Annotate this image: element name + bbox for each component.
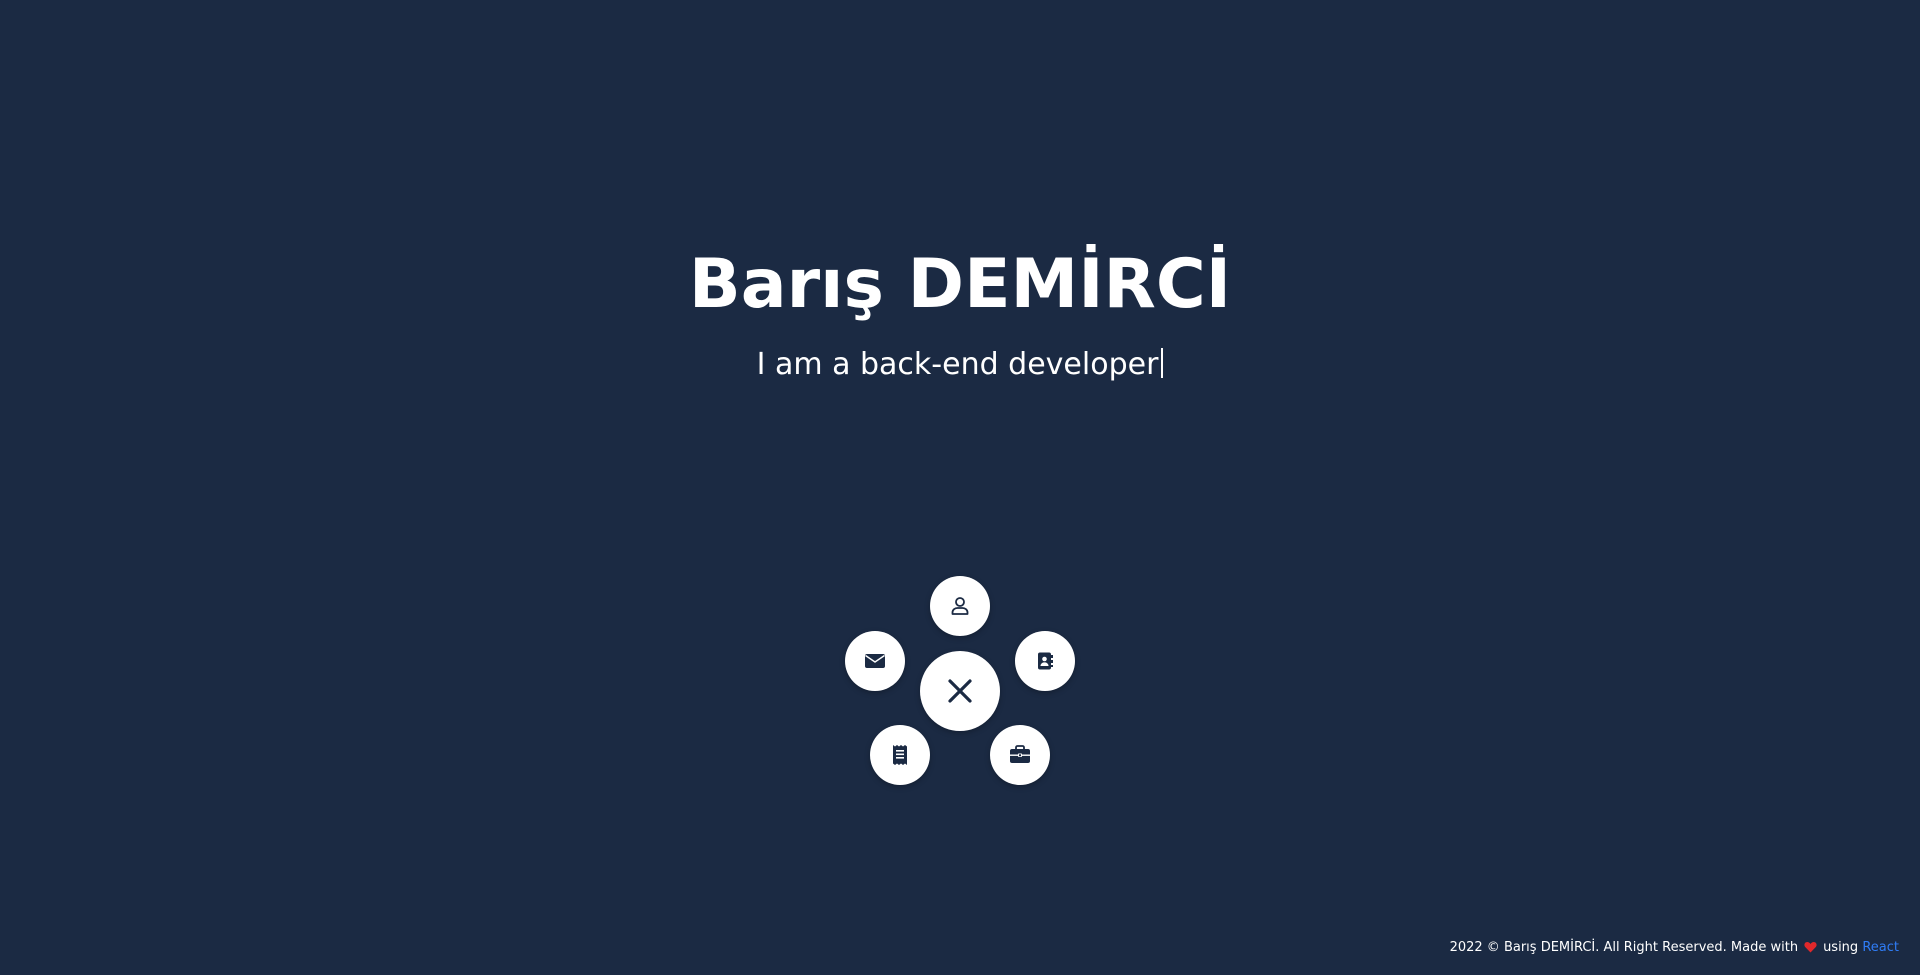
email-button[interactable]	[845, 631, 905, 691]
menu-toggle-button[interactable]	[920, 651, 1000, 731]
close-icon	[947, 678, 973, 704]
envelope-icon	[864, 652, 886, 670]
about-button[interactable]	[930, 576, 990, 636]
footer: 2022 © Barış DEMİRCİ. All Right Reserved…	[1450, 940, 1899, 957]
hero-subtitle-text: I am a back-end developer	[756, 347, 1159, 382]
resume-button[interactable]	[870, 725, 930, 785]
briefcase-icon	[1009, 745, 1031, 765]
typing-cursor	[1161, 348, 1164, 378]
footer-copyright: 2022 © Barış DEMİRCİ. All Right Reserved…	[1449, 940, 1799, 955]
user-icon	[950, 596, 970, 616]
address-book-icon	[1035, 651, 1055, 671]
hero-subtitle: I am a back-end developer	[0, 345, 1920, 385]
hero-name: Barış DEMİRCİ	[688, 245, 1232, 324]
receipt-icon	[891, 744, 909, 766]
footer-using: using	[1823, 940, 1859, 955]
page: Barış DEMİRCİ I am a back-end developer	[0, 0, 1920, 975]
react-link[interactable]: React	[1862, 940, 1899, 955]
heart-icon	[1804, 941, 1817, 957]
portfolio-button[interactable]	[990, 725, 1050, 785]
contact-card-button[interactable]	[1015, 631, 1075, 691]
